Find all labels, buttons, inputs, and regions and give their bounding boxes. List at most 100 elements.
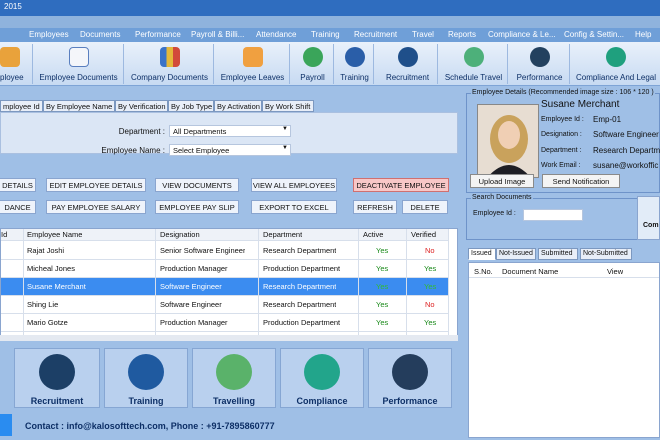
presentation-icon	[242, 47, 263, 67]
grid-divider	[406, 229, 407, 339]
ribbon-employee-documents[interactable]: Employee Documents	[34, 44, 124, 84]
refresh-button[interactable]: REFRESH	[353, 200, 397, 214]
action-buttons: DETAILS EDIT EMPLOYEE DETAILS VIEW DOCUM…	[0, 172, 458, 220]
col-verified[interactable]: Verified	[411, 230, 436, 239]
compliance-side-button[interactable]: Com	[637, 196, 660, 240]
col-designation[interactable]: Designation	[160, 230, 200, 239]
menu-documents[interactable]: Documents	[80, 30, 120, 39]
menu-payroll[interactable]: Payroll & Billi...	[191, 30, 244, 39]
table-row[interactable]: Micheal Jones Production Manager Product…	[1, 260, 448, 278]
binders-icon	[159, 47, 180, 67]
tab-by-work-shift[interactable]: By Work Shift	[262, 100, 314, 112]
menu-employees[interactable]: Employees	[29, 30, 69, 39]
tab-not-issued[interactable]: Not-Issued	[496, 248, 536, 260]
table-row[interactable]: Mario Gotze Production Manager Productio…	[1, 314, 448, 332]
ribbon-company-documents[interactable]: Company Documents	[126, 44, 214, 84]
ribbon-toolbar: ployee Employee Documents Company Docume…	[0, 42, 660, 86]
work-email-label: Work Email :	[541, 162, 581, 169]
department-label: Department :	[118, 127, 165, 136]
pay-salary-button[interactable]: PAY EMPLOYEE SALARY	[46, 200, 146, 214]
upload-image-button[interactable]: Upload Image	[470, 174, 534, 188]
col-document-name[interactable]: Document Name	[502, 267, 558, 276]
view-documents-button[interactable]: VIEW DOCUMENTS	[155, 178, 239, 192]
menu-config[interactable]: Config & Settin...	[564, 30, 624, 39]
pay-slip-button[interactable]: EMPLOYEE PAY SLIP	[155, 200, 239, 214]
details-button[interactable]: DETAILS	[0, 178, 36, 192]
tab-by-activation[interactable]: By Activation	[214, 100, 262, 112]
col-employee-name[interactable]: Employee Name	[27, 230, 82, 239]
tab-not-submitted[interactable]: Not-Submitted	[580, 248, 632, 260]
table-row[interactable]: Shing Lie Software Engineer Research Dep…	[1, 296, 448, 314]
person-portrait-icon	[478, 105, 538, 177]
menu-help[interactable]: Help	[635, 30, 651, 39]
delete-button[interactable]: DELETE	[402, 200, 448, 214]
employee-details-pane: Employee Details (Recommended image size…	[460, 86, 660, 440]
tab-by-employee-id[interactable]: mployee Id	[0, 100, 43, 112]
tile-travelling[interactable]: Travelling	[192, 348, 276, 408]
deactivate-employee-button[interactable]: DEACTIVATE EMPLOYEE	[353, 178, 449, 192]
module-tiles: Recruitment Training Travelling Complian…	[0, 348, 460, 410]
tile-compliance[interactable]: Compliance	[280, 348, 364, 408]
department-label: Department :	[541, 147, 582, 154]
tab-by-employee-name[interactable]: By Employee Name	[43, 100, 115, 112]
table-row[interactable]: Rajat Joshi Senior Software Engineer Res…	[1, 242, 448, 260]
menu-training[interactable]: Training	[311, 30, 340, 39]
recruitment-icon	[39, 354, 75, 390]
menu-compliance[interactable]: Compliance & Le...	[488, 30, 556, 39]
search-employee-id-input[interactable]	[523, 209, 583, 221]
department-select[interactable]: All Departments ▼	[169, 125, 291, 137]
performance-icon	[529, 47, 550, 67]
recruitment-icon	[397, 47, 418, 67]
menu-recruitment[interactable]: Recruitment	[354, 30, 397, 39]
add-employee-icon	[0, 47, 20, 67]
ribbon-performance[interactable]: Performance	[510, 44, 570, 84]
tile-performance[interactable]: Performance	[368, 348, 452, 408]
menu-reports[interactable]: Reports	[448, 30, 476, 39]
ribbon-add-employee[interactable]: ployee	[0, 44, 33, 84]
designation-label: Designation :	[541, 131, 582, 138]
tab-by-verification[interactable]: By Verification	[115, 100, 168, 112]
search-documents-caption: Search Documents	[471, 194, 533, 201]
attendance-button[interactable]: DANCE	[0, 200, 36, 214]
filter-panel: Department : All Departments ▼ Employee N…	[0, 112, 458, 156]
tab-issued[interactable]: Issued	[468, 248, 496, 260]
ribbon-compliance-legal[interactable]: Compliance And Legal	[572, 44, 660, 84]
employee-id-label: Employee Id :	[541, 116, 584, 123]
menu-attendance[interactable]: Attendance	[256, 30, 296, 39]
tile-recruitment[interactable]: Recruitment	[14, 348, 100, 408]
ribbon-recruitment[interactable]: Recruitment	[378, 44, 438, 84]
work-email-value: susane@workoffic	[593, 161, 659, 170]
search-documents-group: Search Documents Employee Id :	[466, 194, 660, 240]
tab-by-job-type[interactable]: By Job Type	[168, 100, 214, 112]
view-all-employees-button[interactable]: VIEW ALL EMPLOYEES	[251, 178, 337, 192]
employee-grid: Id Employee Name Designation Department …	[0, 228, 458, 340]
menu-performance[interactable]: Performance	[135, 30, 181, 39]
ribbon-employee-leaves[interactable]: Employee Leaves	[216, 44, 290, 84]
menu-travel[interactable]: Travel	[412, 30, 434, 39]
col-view[interactable]: View	[607, 267, 623, 276]
grid-divider	[358, 229, 359, 339]
edit-employee-button[interactable]: EDIT EMPLOYEE DETAILS	[46, 178, 146, 192]
ribbon-training[interactable]: Training	[336, 44, 374, 84]
employee-select[interactable]: Select Employee ▼	[169, 144, 291, 156]
grid-header: Id Employee Name Designation Department …	[1, 229, 448, 241]
accent-block	[0, 414, 12, 436]
employee-id-value: Emp-01	[593, 115, 622, 124]
travel-icon	[216, 354, 252, 390]
table-row-selected[interactable]: Susane Merchant Software Engineer Resear…	[1, 278, 448, 296]
col-id[interactable]: Id	[1, 230, 19, 239]
col-department[interactable]: Department	[263, 230, 302, 239]
documents-grid-header: S.No. Document Name View	[469, 266, 659, 278]
grid-divider	[258, 229, 259, 339]
ribbon-payroll[interactable]: Payroll	[292, 44, 334, 84]
tile-training[interactable]: Training	[104, 348, 188, 408]
col-sno[interactable]: S.No.	[474, 267, 493, 276]
col-active[interactable]: Active	[363, 230, 383, 239]
dropdown-arrow-icon: ▼	[282, 126, 288, 132]
export-excel-button[interactable]: EXPORT TO EXCEL	[251, 200, 337, 214]
grid-horizontal-scrollbar[interactable]	[0, 335, 458, 341]
ribbon-schedule-travel[interactable]: Schedule Travel	[440, 44, 508, 84]
dropdown-arrow-icon: ▼	[282, 145, 288, 151]
send-notification-button[interactable]: Send Notification	[542, 174, 620, 188]
tab-submitted[interactable]: Submitted	[538, 248, 578, 260]
